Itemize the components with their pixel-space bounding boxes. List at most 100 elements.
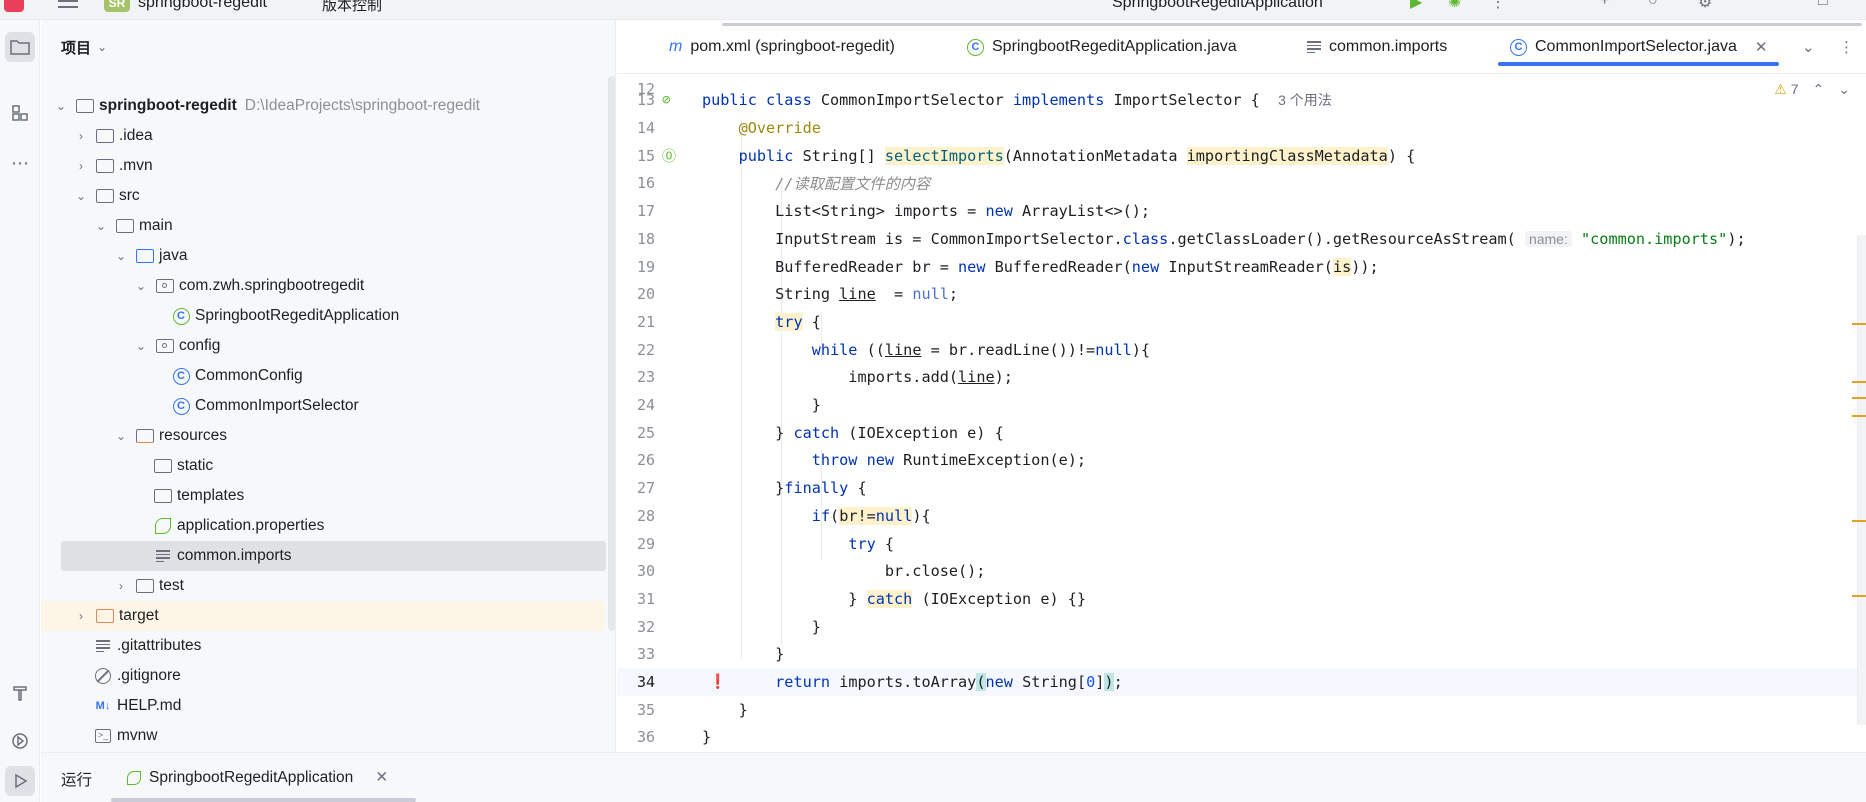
tree-item-package[interactable]: ⌄ com.zwh.springbootregedit (41, 271, 604, 301)
code-text: imports.add(line); (702, 368, 1013, 387)
tree-item-gitattributes[interactable]: .gitattributes (41, 631, 604, 661)
warning-marker[interactable] (1852, 397, 1866, 399)
usages-hint[interactable]: 3 个用法 (1278, 92, 1332, 108)
chevron-down-icon[interactable]: ⌄ (133, 279, 149, 293)
more-actions-icon[interactable]: ⋮ (1490, 0, 1510, 11)
tree-item-common-import-selector[interactable]: C CommonImportSelector (41, 391, 604, 421)
code-text: } catch (IOException e) { (702, 423, 1004, 442)
line-number: 13 (636, 91, 655, 110)
run-config-selector[interactable]: SpringbootRegeditApplication (1112, 0, 1323, 12)
line-number: 17 (636, 202, 655, 221)
chevron-down-icon[interactable]: ⌄ (113, 249, 129, 263)
text-file-icon (1307, 40, 1321, 54)
vcs-menu[interactable]: 版本控制 (322, 0, 382, 15)
editor-tabs: m pom.xml (springboot-regedit) C Springb… (617, 20, 1866, 74)
warning-marker[interactable] (1852, 415, 1866, 417)
project-tool-button[interactable] (5, 32, 35, 62)
run-tool-button[interactable] (5, 766, 35, 796)
chevron-right-icon[interactable]: › (73, 609, 89, 623)
run-tab-scrollbar[interactable] (111, 798, 416, 802)
tree-item-springboot-regedit[interactable]: ⌄ springboot-regedit D:\IdeaProjects\spr… (41, 91, 604, 121)
tree-item-mvnw[interactable]: >_ mvnw (41, 721, 604, 751)
maven-icon: m (669, 38, 683, 55)
warning-marker[interactable] (1852, 595, 1866, 597)
chevron-down-icon[interactable]: ⌄ (73, 189, 89, 203)
warning-marker[interactable] (1852, 520, 1866, 522)
bean-gutter-icon[interactable]: ⊘ (662, 92, 670, 108)
tab-pom-xml[interactable]: m pom.xml (springboot-regedit) (669, 20, 895, 74)
parameter-hint: name: (1524, 230, 1572, 247)
tree-item-common-config[interactable]: C CommonConfig (41, 361, 604, 391)
project-panel-header[interactable]: 项目 ⌄ (41, 20, 615, 74)
warning-marker[interactable] (1852, 381, 1866, 383)
project-switcher[interactable]: springboot-regedit (138, 0, 267, 12)
chevron-right-icon[interactable]: › (73, 159, 89, 173)
tree-item-mvn[interactable]: › .mvn (41, 151, 604, 181)
run-panel-title: 运行 (61, 772, 93, 789)
tree-item-config[interactable]: ⌄ config (41, 331, 604, 361)
chevron-down-icon[interactable]: ⌄ (93, 219, 109, 233)
code-text: throw new RuntimeException(e); (811, 451, 1087, 470)
tab-label: common.imports (1329, 38, 1448, 55)
tree-item-src[interactable]: ⌄ src (41, 181, 604, 211)
warning-marker[interactable] (1852, 323, 1866, 325)
tab-list-chevron-icon[interactable]: ⌄ (1802, 38, 1815, 56)
tree-item-idea[interactable]: › .idea (41, 121, 604, 151)
code-line: 21 try { (617, 308, 1866, 336)
tree-item-main[interactable]: ⌄ main (41, 211, 604, 241)
line-number: 19 (636, 257, 655, 276)
code-line: 23 imports.add(line); (617, 364, 1866, 392)
tab-common-imports[interactable]: common.imports (1307, 20, 1447, 74)
close-icon[interactable]: ✕ (1755, 38, 1768, 56)
tree-item-templates[interactable]: templates (41, 481, 604, 511)
tab-springboot-application[interactable]: C SpringbootRegeditApplication.java (967, 20, 1237, 74)
tree-item-java[interactable]: ⌄ java (41, 241, 604, 271)
chevron-down-icon[interactable]: ⌄ (133, 339, 149, 353)
more-tools-button[interactable]: ⋯ (5, 148, 35, 178)
tab-more-icon[interactable]: ⋮ (1839, 38, 1854, 56)
chevron-down-icon[interactable]: ⌄ (53, 99, 69, 113)
tree-item-static[interactable]: static (41, 451, 604, 481)
tab-label: pom.xml (springboot-regedit) (690, 38, 895, 55)
add-user-icon[interactable]: + (1600, 0, 1620, 9)
line-number: 24 (636, 396, 655, 415)
debug-icon[interactable]: ✺ (1448, 0, 1468, 11)
tree-item-target[interactable]: › target (41, 601, 604, 631)
chevron-right-icon[interactable]: › (113, 579, 129, 593)
structure-tool-button[interactable] (5, 98, 35, 128)
tree-item-help-md[interactable]: M↓ HELP.md (41, 691, 604, 721)
editor-scrollbar[interactable] (1857, 235, 1866, 725)
tree-item-gitignore[interactable]: .gitignore (41, 661, 604, 691)
tree-item-test[interactable]: › test (41, 571, 604, 601)
line-number: 29 (636, 534, 655, 553)
main-menu-icon[interactable] (58, 0, 78, 12)
tree-item-common-imports[interactable]: common.imports (61, 541, 606, 571)
project-badge[interactable]: SR (104, 0, 130, 12)
tree-item-springboot-application[interactable]: C SpringbootRegeditApplication (41, 301, 604, 331)
search-icon[interactable]: ○ (1648, 0, 1668, 9)
services-tool-button[interactable] (5, 726, 35, 756)
tree-item-label: springboot-regedit (99, 97, 237, 114)
tab-common-import-selector[interactable]: C CommonImportSelector.java ✕ (1497, 20, 1780, 74)
tool-window-strip: ⋯ (0, 20, 40, 802)
line-number: 35 (636, 700, 655, 719)
run-icon[interactable]: ▶ (1410, 0, 1430, 11)
code-line: 14 @Override (617, 114, 1866, 142)
project-tree-scrollbar[interactable] (608, 76, 615, 631)
chevron-right-icon[interactable]: › (73, 129, 89, 143)
code-text: InputStream is = CommonImportSelector.cl… (702, 229, 1746, 248)
build-tool-button[interactable] (5, 678, 35, 708)
implements-gutter-icon[interactable]: ⓪ (662, 146, 676, 166)
package-icon (155, 337, 175, 355)
chevron-down-icon[interactable]: ⌄ (113, 429, 129, 443)
window-restore-icon[interactable]: □ (1818, 0, 1838, 9)
source-folder-icon (135, 247, 155, 265)
code-editor[interactable]: ⚠ 7 ⌃ ⌄ 12 13 ⊘ public class CommonImpor… (617, 75, 1866, 752)
run-tab[interactable]: SpringbootRegeditApplication ✕ (127, 768, 388, 787)
settings-icon[interactable]: ⚙ (1698, 0, 1718, 11)
close-icon[interactable]: ✕ (375, 768, 388, 787)
tree-item-resources[interactable]: ⌄ resources (41, 421, 604, 451)
tree-item-application-properties[interactable]: application.properties (41, 511, 604, 541)
project-panel-title: 项目 (61, 39, 92, 57)
line-number: 26 (636, 451, 655, 470)
